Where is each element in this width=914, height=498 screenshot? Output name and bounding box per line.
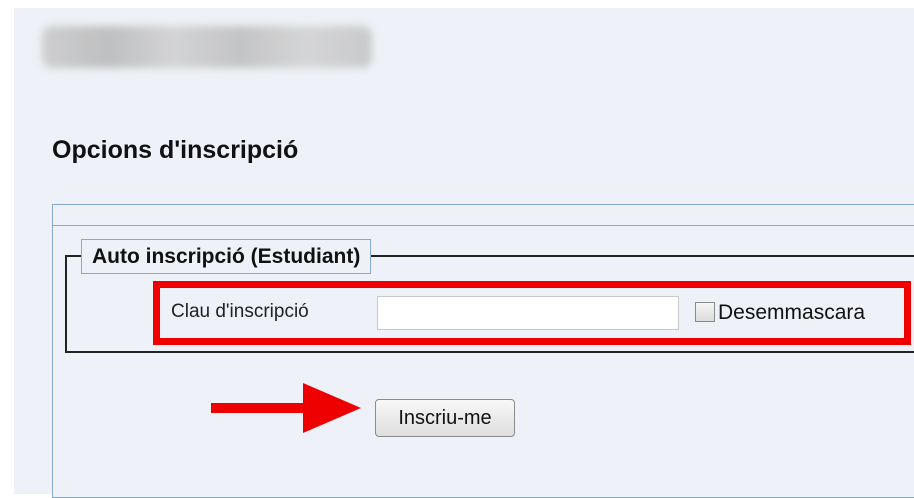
enrolment-key-input[interactable]	[377, 296, 679, 330]
unmask-checkbox[interactable]	[695, 302, 715, 322]
blurred-site-name	[42, 26, 372, 68]
enrolment-key-label: Clau d'inscripció	[171, 301, 309, 322]
page-background: Opcions d'inscripció Auto inscripció (Es…	[14, 8, 914, 498]
enrol-me-button[interactable]: Inscriu-me	[375, 399, 515, 437]
page-title: Opcions d'inscripció	[52, 136, 299, 164]
unmask-label[interactable]: Desemmascara	[718, 301, 865, 325]
panel-header	[53, 205, 914, 226]
arrow-right-icon	[211, 383, 361, 433]
enrolment-options-panel: Auto inscripció (Estudiant) Clau d'inscr…	[52, 204, 914, 498]
self-enrol-legend: Auto inscripció (Estudiant)	[81, 239, 372, 274]
